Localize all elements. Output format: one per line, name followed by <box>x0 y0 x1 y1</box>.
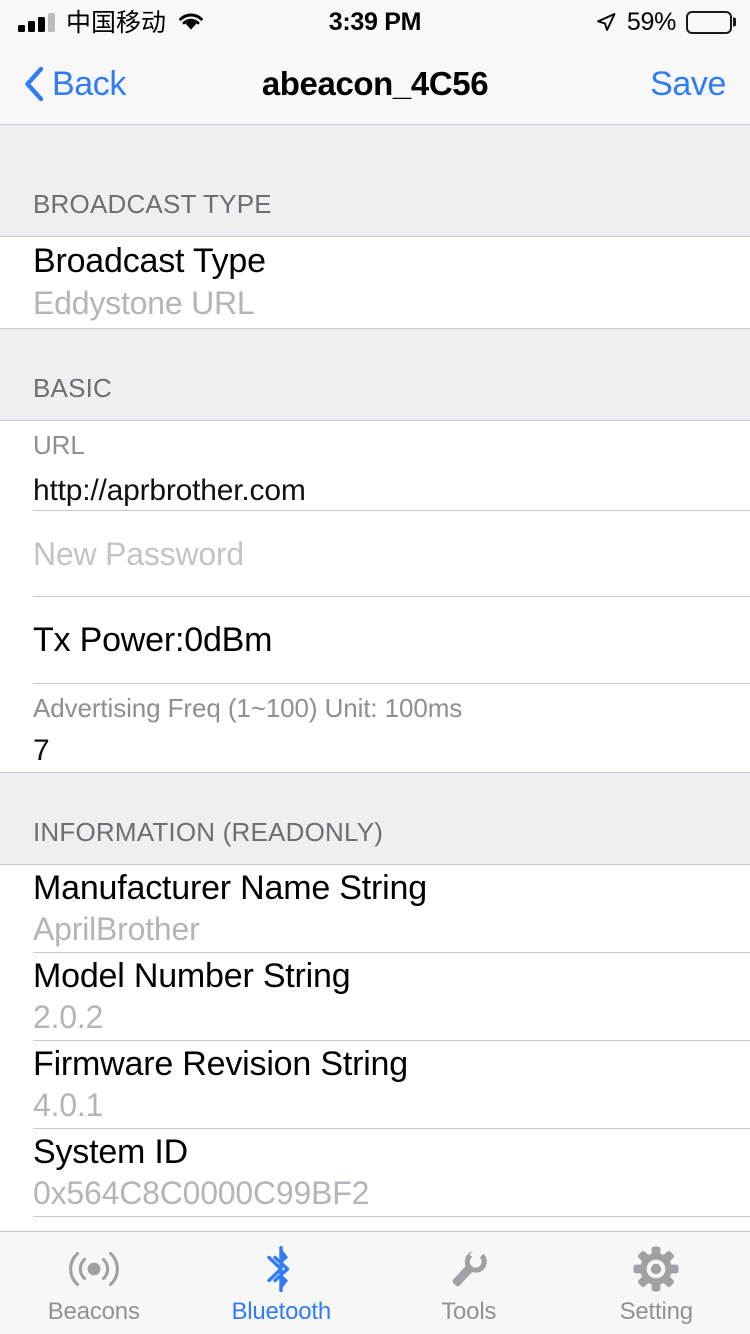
bluetooth-icon <box>264 1246 298 1292</box>
row-url[interactable]: URL http://aprbrother.com <box>0 421 750 511</box>
row-model-number-title: Model Number String <box>33 957 351 996</box>
row-manufacturer-name-title: Manufacturer Name String <box>33 869 427 908</box>
battery-percent-label: 59% <box>626 7 676 36</box>
row-broadcast-type-title: Broadcast Type <box>33 241 266 280</box>
section-header-information: INFORMATION (READONLY) <box>0 772 750 865</box>
row-system-id-value: 0x564C8C0000C99BF2 <box>33 1174 370 1211</box>
signal-bars-icon <box>18 12 55 32</box>
new-password-input-placeholder[interactable]: New Password <box>33 536 750 573</box>
advertising-freq-value[interactable]: 7 <box>33 734 750 768</box>
url-field-label: URL <box>33 430 85 460</box>
battery-icon <box>686 10 732 34</box>
tab-tools[interactable]: Tools <box>375 1232 563 1334</box>
row-advertising-freq[interactable]: Advertising Freq (1~100) Unit: 100ms 7 <box>0 684 750 772</box>
wrench-icon <box>446 1246 492 1292</box>
gear-icon <box>633 1246 679 1292</box>
tab-beacons-label: Beacons <box>47 1298 140 1325</box>
back-button[interactable]: Back <box>24 65 126 104</box>
tab-beacons[interactable]: Beacons <box>0 1232 188 1334</box>
status-bar: 中国移动 3:39 PM 59% <box>0 0 750 44</box>
row-broadcast-type-value: Eddystone URL <box>33 285 255 322</box>
settings-table: BROADCAST TYPE Broadcast Type Eddystone … <box>0 125 750 1231</box>
carrier-label: 中国移动 <box>66 7 167 37</box>
url-field-value[interactable]: http://aprbrother.com <box>33 474 750 508</box>
save-button[interactable]: Save <box>650 65 726 104</box>
section-header-broadcast-type: BROADCAST TYPE <box>0 125 750 237</box>
tab-setting[interactable]: Setting <box>563 1232 750 1334</box>
location-arrow-icon <box>595 11 617 33</box>
advertising-freq-label: Advertising Freq (1~100) Unit: 100ms <box>33 692 463 723</box>
status-bar-right: 59% <box>595 8 732 37</box>
broadcast-icon <box>67 1246 121 1292</box>
row-firmware-revision-value: 4.0.1 <box>33 1086 104 1123</box>
section-header-basic: BASIC <box>0 328 750 421</box>
status-bar-left: 中国移动 <box>18 10 205 35</box>
row-model-number: Model Number String 2.0.2 <box>0 953 750 1041</box>
tab-bluetooth[interactable]: Bluetooth <box>188 1232 376 1334</box>
tx-power-label: Tx Power:0dBm <box>33 620 273 659</box>
app-screen: 中国移动 3:39 PM 59% Back abeacon_4C56 Save … <box>0 0 750 1334</box>
table-footer-space <box>0 1217 750 1231</box>
row-firmware-revision-title: Firmware Revision String <box>33 1045 408 1084</box>
tab-setting-label: Setting <box>619 1298 694 1325</box>
row-broadcast-type[interactable]: Broadcast Type Eddystone URL <box>0 237 750 328</box>
back-button-label: Back <box>52 64 126 103</box>
navigation-bar: Back abeacon_4C56 Save <box>0 44 750 125</box>
row-model-number-value: 2.0.2 <box>33 998 104 1035</box>
row-manufacturer-name-value: AprilBrother <box>33 910 200 947</box>
row-system-id: System ID 0x564C8C0000C99BF2 <box>0 1129 750 1217</box>
row-system-id-title: System ID <box>33 1133 189 1172</box>
chevron-left-icon <box>24 67 44 101</box>
row-separator <box>33 1216 750 1217</box>
tab-tools-label: Tools <box>441 1298 497 1325</box>
row-tx-power[interactable]: Tx Power:0dBm <box>0 597 750 684</box>
tab-bar: Beacons Bluetooth Tools Setting <box>0 1231 750 1334</box>
tab-bluetooth-label: Bluetooth <box>231 1298 332 1325</box>
wifi-icon <box>177 12 205 32</box>
row-manufacturer-name: Manufacturer Name String AprilBrother <box>0 865 750 953</box>
row-new-password[interactable]: New Password <box>0 511 750 597</box>
row-firmware-revision: Firmware Revision String 4.0.1 <box>0 1041 750 1129</box>
